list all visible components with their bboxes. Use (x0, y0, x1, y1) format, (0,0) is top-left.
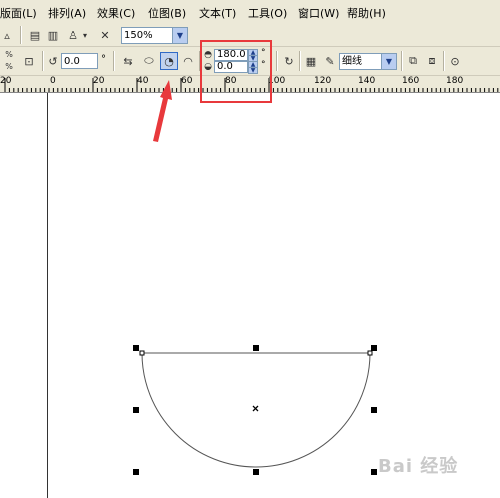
rotation-unit: ° (101, 54, 106, 65)
to-front-icon[interactable]: ⧉ (404, 52, 422, 70)
direction-icon[interactable]: ↻ (280, 52, 298, 70)
ruler-label: 120 (314, 76, 332, 86)
menu-help[interactable]: 帮助(H) (347, 5, 386, 21)
export-icon[interactable]: ▥ (44, 26, 62, 44)
selection-handle[interactable] (253, 469, 259, 475)
lock-ratio-icon[interactable]: ⊡ (20, 52, 38, 70)
outline-width-dropdown-icon[interactable]: ▼ (381, 54, 396, 69)
scale-x-icon: % (5, 49, 13, 59)
wrap-text-icon[interactable]: ▦ (302, 52, 320, 70)
menu-text[interactable]: 文本(T) (199, 5, 236, 21)
menu-arrange[interactable]: 排列(A) (48, 5, 86, 21)
menu-layout[interactable]: 版面(L) (0, 5, 37, 21)
rotation-icon: ↺ (48, 54, 58, 68)
selection-handle[interactable] (371, 345, 377, 351)
launcher-dropdown-icon[interactable]: ▾ (80, 26, 90, 44)
menu-window[interactable]: 窗口(W) (298, 5, 339, 21)
scale-y-icon: % (5, 61, 13, 71)
mirror-icon[interactable]: ⇆ (119, 52, 137, 70)
outline-pen-icon: ✎ (325, 54, 335, 68)
ellipse-mode-icon[interactable]: ⬭ (140, 52, 158, 70)
selection-handle[interactable] (133, 407, 139, 413)
ruler-label: 60 (181, 76, 193, 86)
menu-bitmaps[interactable]: 位图(B) (148, 5, 186, 21)
selection-handle[interactable] (371, 469, 377, 475)
menu-tools[interactable]: 工具(O) (248, 5, 287, 21)
arc-mode-icon[interactable]: ◠ (179, 52, 197, 70)
ruler-label: 180 (446, 76, 464, 86)
ruler-label: 0 (50, 76, 56, 86)
zoom-combo[interactable]: 150% ▼ (121, 27, 188, 44)
welcome-screen-icon[interactable]: ✕ (96, 26, 114, 44)
rotation-angle-input[interactable]: 0.0 (61, 53, 98, 69)
menu-effects[interactable]: 效果(C) (97, 5, 135, 21)
to-back-icon[interactable]: ⧈ (423, 52, 441, 70)
selection-handle[interactable] (133, 469, 139, 475)
watermark: Bai 经验 (378, 456, 459, 477)
outline-width-select[interactable]: 细线 ▼ (339, 53, 397, 70)
menu-bar: 版面(L) 排列(A) 效果(C) 位图(B) 文本(T) 工具(O) 窗口(W… (0, 0, 500, 25)
selection-handle[interactable] (371, 407, 377, 413)
launcher-icon[interactable]: ▵ (0, 26, 14, 44)
selection-handle[interactable] (253, 345, 259, 351)
ruler-label: 160 (402, 76, 420, 86)
ruler-label: 140 (358, 76, 376, 86)
import-icon[interactable]: ▤ (26, 26, 44, 44)
pie-shape[interactable] (0, 93, 500, 498)
pie-mode-icon[interactable]: ◔ (160, 52, 178, 70)
ruler-label: 40 (137, 76, 149, 86)
zoom-value: 150% (124, 30, 153, 41)
selection-handle[interactable] (133, 345, 139, 351)
ruler-label: 20 (93, 76, 105, 86)
highlight-box (200, 40, 272, 103)
convert-to-curves-icon[interactable]: ⊙ (446, 52, 464, 70)
drawing-canvas[interactable] (0, 93, 500, 498)
ruler-label: 20 (0, 76, 12, 86)
zoom-dropdown-icon[interactable]: ▼ (172, 28, 187, 43)
